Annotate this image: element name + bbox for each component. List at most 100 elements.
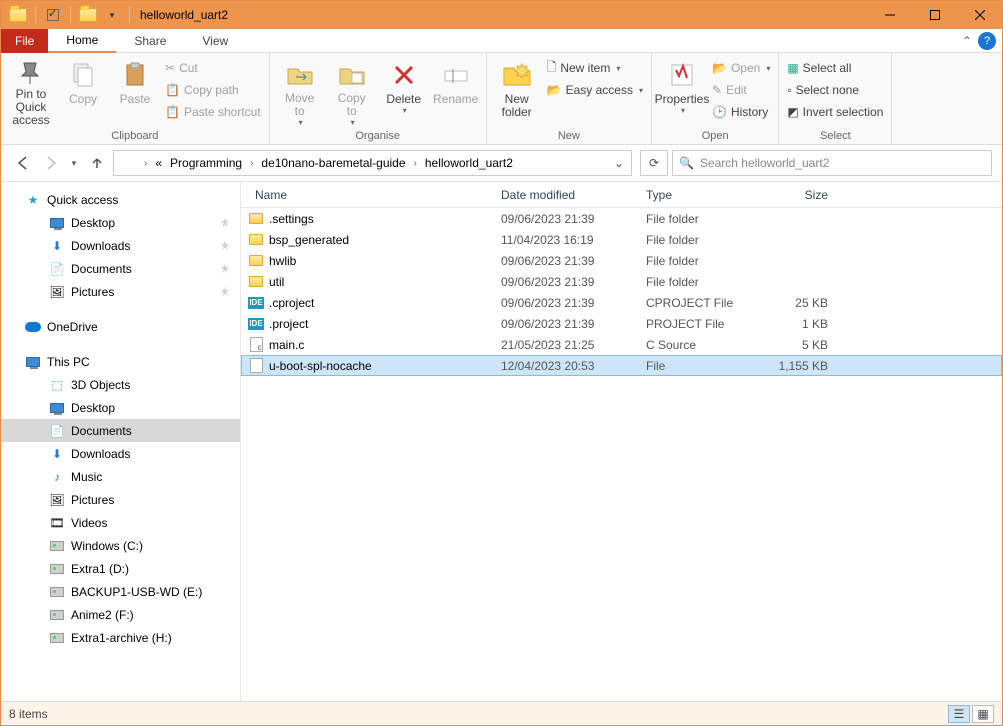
delete-button[interactable]: Delete▾ [378,55,430,127]
col-type-header[interactable]: Type [646,188,766,202]
file-row[interactable]: u-boot-spl-nocache12/04/2023 20:53File1,… [241,355,1002,376]
view-tab[interactable]: View [184,29,246,53]
minimize-button[interactable] [867,1,912,29]
nav-drive-e[interactable]: BACKUP1-USB-WD (E:) [1,580,240,603]
file-row[interactable]: main.c21/05/2023 21:25C Source5 KB [241,334,1002,355]
col-size-header[interactable]: Size [766,188,836,202]
breadcrumb-seg[interactable]: Programming [166,151,246,175]
nav-downloads[interactable]: ⬇Downloads [1,234,240,257]
collapse-ribbon-icon[interactable]: ⌃ [962,34,972,48]
paste-shortcut-icon: 📋 [165,105,180,119]
edit-button[interactable]: ✎Edit [708,79,774,101]
nav-desktop2[interactable]: Desktop [1,396,240,419]
nav-quick-access[interactable]: ★Quick access [1,188,240,211]
nav-drive-f[interactable]: Anime2 (F:) [1,603,240,626]
file-date: 11/04/2023 16:19 [501,233,646,247]
breadcrumb-seg[interactable]: « [151,151,166,175]
forward-button[interactable] [39,151,63,175]
file-name: .cproject [269,296,501,310]
file-name: u-boot-spl-nocache [269,359,501,373]
copy-to-icon [336,59,368,90]
file-size: 1 KB [766,317,836,331]
col-date-header[interactable]: Date modified [501,188,646,202]
share-tab[interactable]: Share [116,29,184,53]
select-none-button[interactable]: ▫Select none [783,79,887,101]
nav-videos[interactable]: 🎞Videos [1,511,240,534]
chevron-right-icon[interactable]: › [140,158,151,169]
nav-documents2[interactable]: 📄Documents [1,419,240,442]
nav-3d-objects[interactable]: ⬚3D Objects [1,373,240,396]
file-type: File folder [646,212,766,226]
file-icon [247,358,265,374]
nav-pictures2[interactable]: 🖼Pictures [1,488,240,511]
breadcrumb[interactable]: › « Programming › de10nano-baremetal-gui… [113,150,632,176]
maximize-button[interactable] [912,1,957,29]
close-button[interactable] [957,1,1002,29]
nav-music[interactable]: ♪Music [1,465,240,488]
file-row[interactable]: bsp_generated11/04/2023 16:19File folder [241,229,1002,250]
chevron-right-icon[interactable]: › [246,158,257,169]
back-button[interactable] [11,151,35,175]
nav-this-pc[interactable]: This PC [1,350,240,373]
icons-view-button[interactable]: ▦ [972,705,994,723]
drive-icon [49,607,65,623]
pin-quick-access-button[interactable]: Pin to Quick access [5,55,57,127]
nav-documents[interactable]: 📄Documents [1,257,240,280]
navigation-pane[interactable]: ★Quick access Desktop ⬇Downloads 📄Docume… [1,182,241,701]
new-folder-button[interactable]: New folder [491,55,543,127]
folder-icon[interactable] [7,4,29,26]
file-row[interactable]: .settings09/06/2023 21:39File folder [241,208,1002,229]
nav-desktop[interactable]: Desktop [1,211,240,234]
nav-drive-c[interactable]: Windows (C:) [1,534,240,557]
properties-button[interactable]: Properties▾ [656,55,708,127]
folder-icon [247,253,265,269]
nav-drive-d[interactable]: Extra1 (D:) [1,557,240,580]
chevron-right-icon[interactable]: › [410,158,421,169]
folder-icon[interactable] [77,4,99,26]
cut-button[interactable]: ✂Cut [161,57,265,79]
file-tab[interactable]: File [1,29,48,53]
file-list[interactable]: Name Date modified Type Size .settings09… [241,182,1002,701]
nav-downloads2[interactable]: ⬇Downloads [1,442,240,465]
address-dropdown-icon[interactable]: ⌄ [609,156,629,170]
details-view-button[interactable]: ☰ [948,705,970,723]
up-button[interactable] [85,151,109,175]
open-button[interactable]: 📂Open▾ [708,57,774,79]
easy-access-button[interactable]: 📂Easy access▾ [543,79,647,101]
home-tab[interactable]: Home [48,29,116,53]
invert-selection-button[interactable]: ◩Invert selection [783,101,887,123]
col-name-header[interactable]: Name [241,188,501,202]
file-row[interactable]: hwlib09/06/2023 21:39File folder [241,250,1002,271]
qat-dropdown-icon[interactable]: ▾ [101,4,123,26]
history-button[interactable]: 🕑History [708,101,774,123]
paste-shortcut-button[interactable]: 📋Paste shortcut [161,101,265,123]
move-to-button[interactable]: Move to▾ [274,55,326,127]
file-row[interactable]: util09/06/2023 21:39File folder [241,271,1002,292]
copy-path-button[interactable]: 📋Copy path [161,79,265,101]
file-name: hwlib [269,254,501,268]
help-icon[interactable]: ? [978,32,996,50]
breadcrumb-seg[interactable]: helloworld_uart2 [421,151,517,175]
file-row[interactable]: IDE.project09/06/2023 21:39PROJECT File1… [241,313,1002,334]
new-item-button[interactable]: 🗋New item▾ [543,57,647,79]
nav-onedrive[interactable]: OneDrive [1,315,240,338]
file-size: 25 KB [766,296,836,310]
copy-button[interactable]: Copy [57,55,109,127]
star-icon: ★ [25,192,41,208]
documents-icon: 📄 [49,261,65,277]
recent-locations-button[interactable]: ▾ [67,151,81,175]
downloads-icon: ⬇ [49,446,65,462]
search-box[interactable]: 🔍 Search helloworld_uart2 [672,150,992,176]
file-row[interactable]: IDE.cproject09/06/2023 21:39CPROJECT Fil… [241,292,1002,313]
nav-pictures[interactable]: 🖼Pictures [1,280,240,303]
paste-button[interactable]: Paste [109,55,161,127]
refresh-button[interactable]: ⟳ [640,150,668,176]
clipboard-group-label: Clipboard [5,129,265,144]
properties-qat-icon[interactable] [42,4,64,26]
copy-to-button[interactable]: Copy to▾ [326,55,378,127]
select-all-button[interactable]: ▦Select all [783,57,887,79]
nav-drive-h[interactable]: Extra1-archive (H:) [1,626,240,649]
breadcrumb-seg[interactable]: de10nano-baremetal-guide [257,151,409,175]
rename-button[interactable]: Rename [430,55,482,127]
file-date: 09/06/2023 21:39 [501,317,646,331]
